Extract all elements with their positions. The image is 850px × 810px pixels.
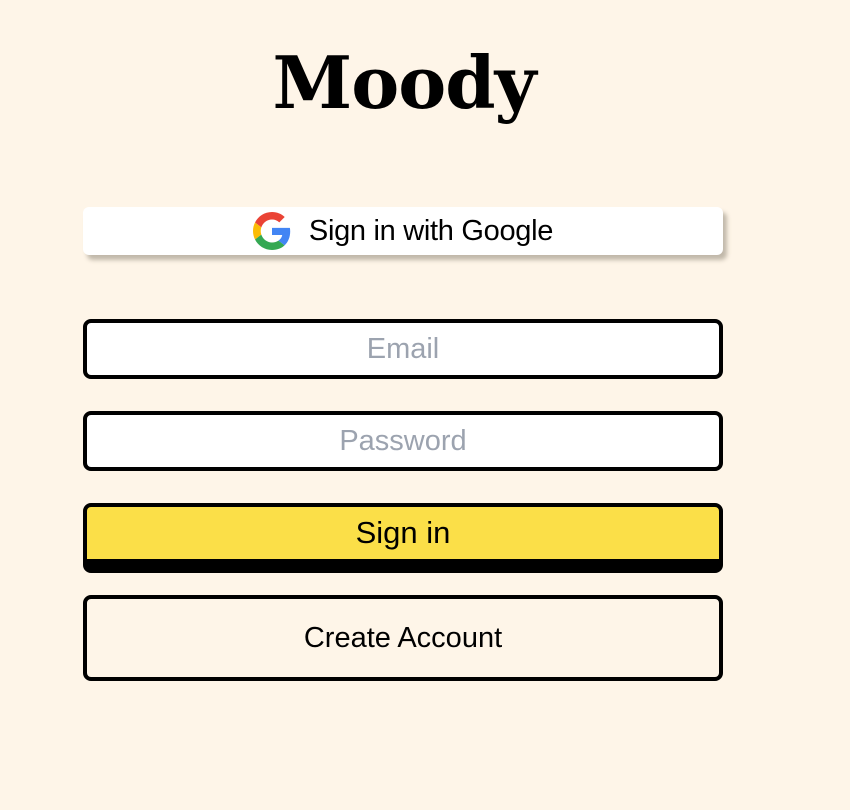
create-account-label: Create Account — [303, 621, 503, 654]
email-field[interactable] — [83, 319, 723, 379]
sign-in-label: Sign in — [355, 515, 451, 550]
sign-in-button[interactable]: Sign in — [83, 503, 723, 573]
google-g-icon — [252, 212, 291, 250]
create-account-button[interactable]: Create Account — [83, 595, 723, 681]
password-field[interactable] — [83, 411, 723, 471]
google-signin-button[interactable]: Sign in with Google — [83, 207, 723, 255]
google-signin-label: Sign in with Google — [308, 215, 554, 247]
app-title: Moody — [272, 40, 537, 125]
